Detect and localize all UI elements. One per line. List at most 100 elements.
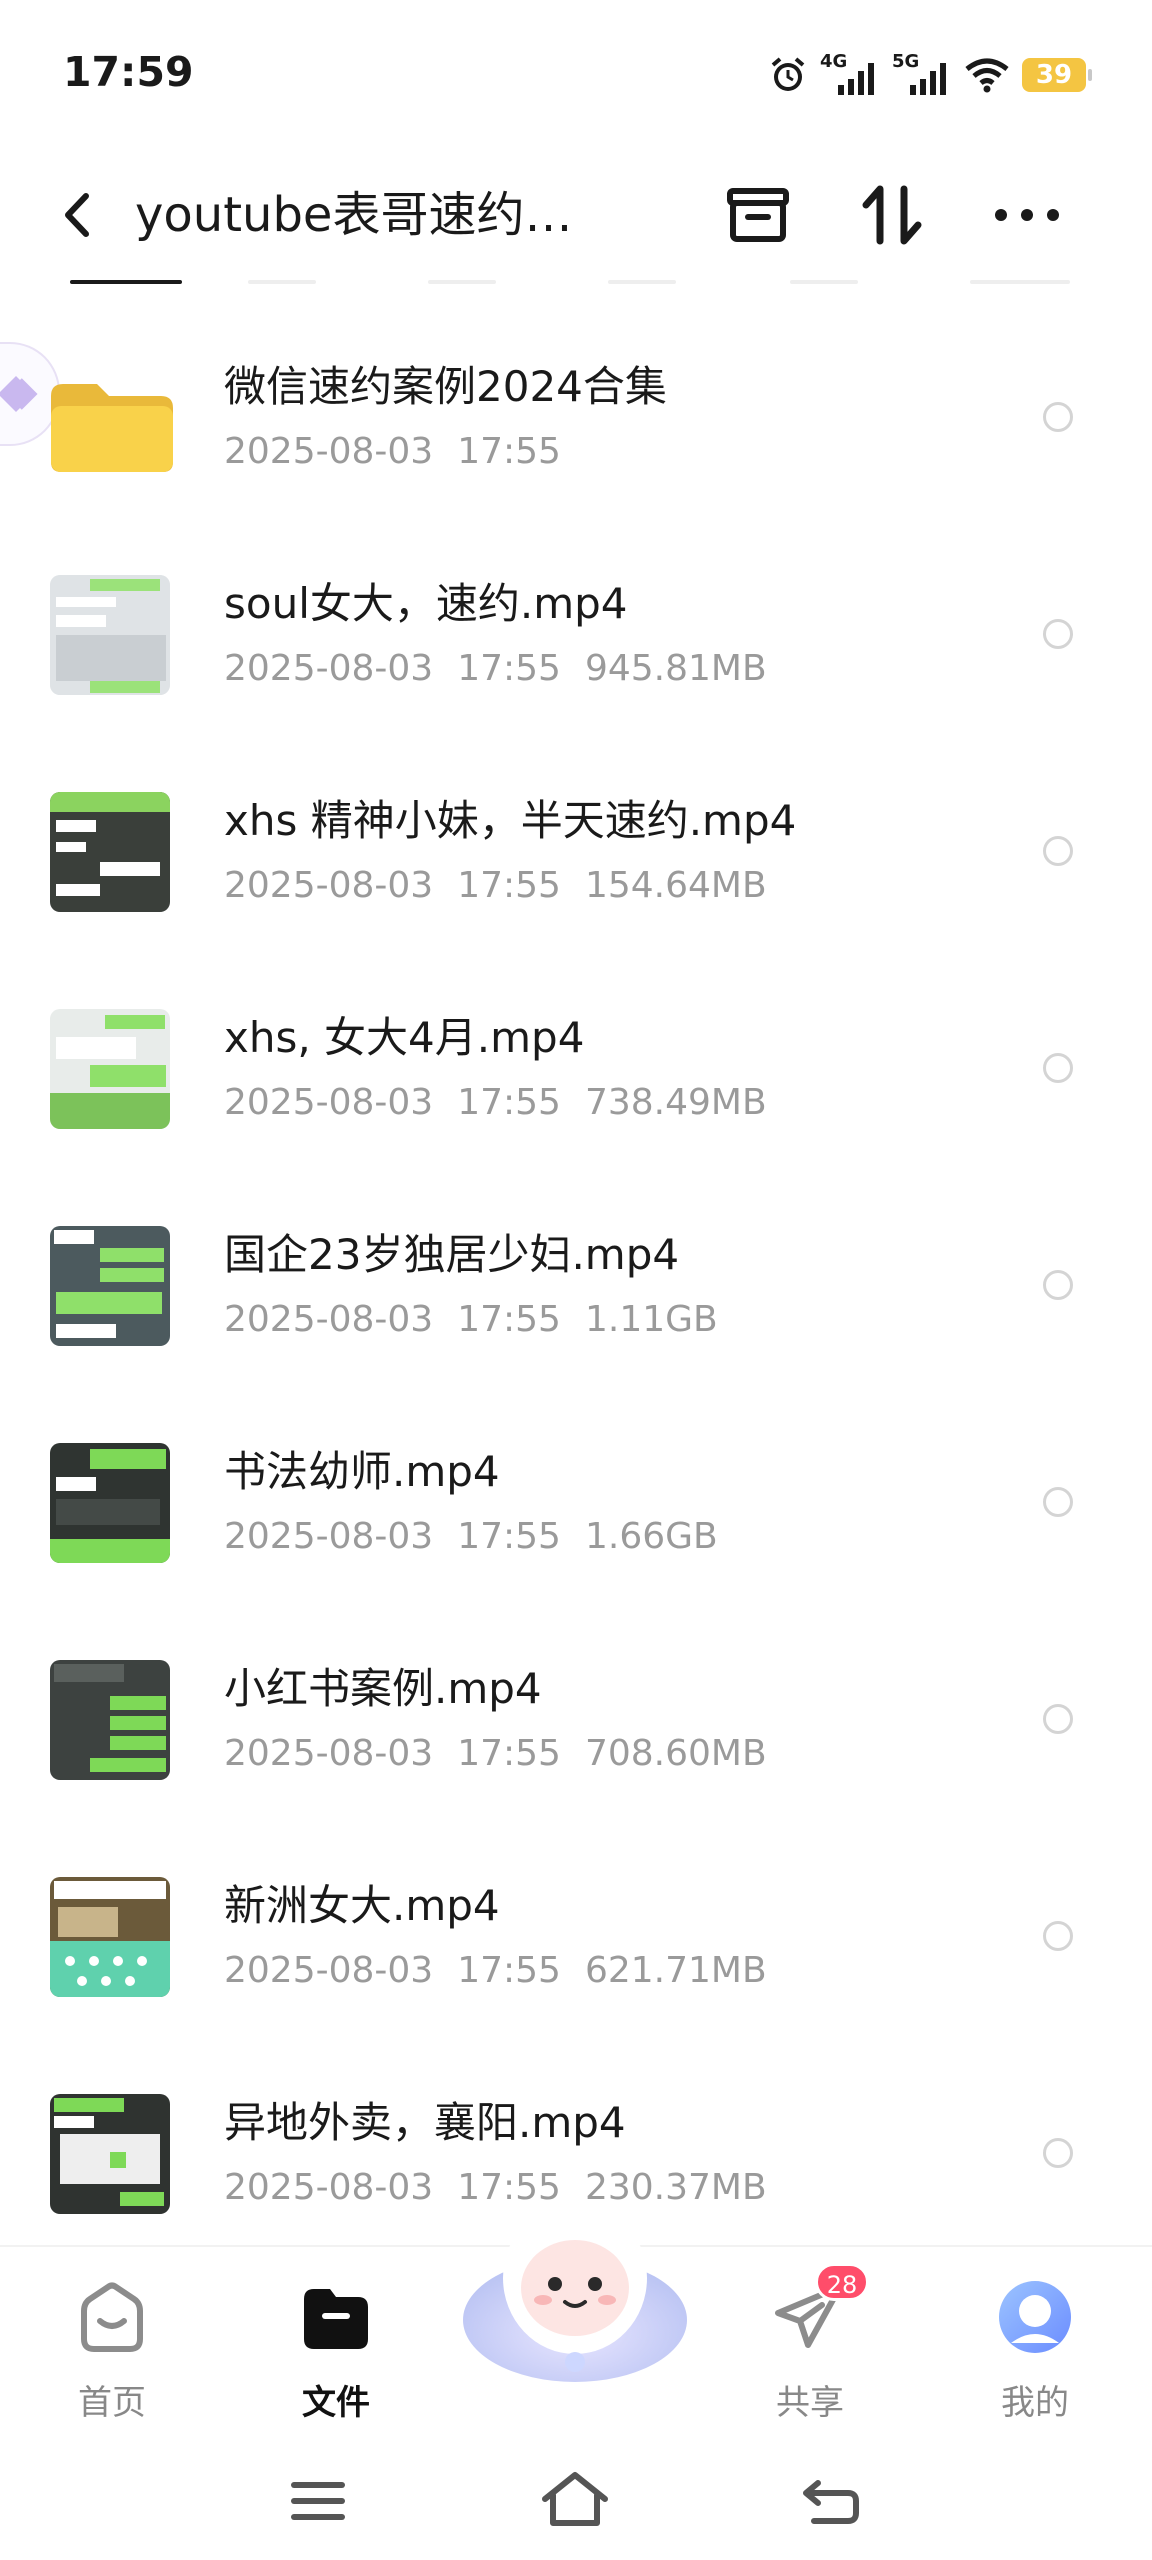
nav-files-label: 文件 bbox=[302, 2383, 370, 2423]
select-checkbox[interactable] bbox=[1043, 1270, 1073, 1300]
page-title: youtube表哥速约… bbox=[135, 187, 573, 243]
file-time: 17:55 bbox=[457, 865, 561, 906]
file-name: 小红书案例.mp4 bbox=[224, 1664, 542, 1713]
folder-icon bbox=[47, 366, 177, 476]
sort-button[interactable] bbox=[852, 175, 932, 255]
file-date: 2025-08-03 bbox=[224, 1082, 434, 1123]
archive-icon bbox=[727, 188, 789, 242]
file-size: 621.71MB bbox=[584, 1950, 767, 1991]
select-checkbox[interactable] bbox=[1043, 1487, 1073, 1517]
mascot-icon bbox=[463, 2202, 687, 2382]
video-thumbnail bbox=[50, 575, 170, 695]
file-row[interactable]: 国企23岁独居少妇.mp4 2025-08-03 17:55 1.11GB bbox=[0, 1178, 1152, 1395]
file-time: 17:55 bbox=[457, 648, 561, 689]
video-thumbnail bbox=[50, 1877, 170, 1997]
file-date: 2025-08-03 bbox=[224, 1516, 434, 1557]
back-arrow-icon bbox=[803, 2480, 859, 2524]
select-checkbox[interactable] bbox=[1043, 1921, 1073, 1951]
battery-indicator: 39 bbox=[1022, 58, 1092, 92]
nav-share[interactable]: 28 共享 bbox=[735, 2263, 885, 2423]
sort-icon bbox=[862, 185, 922, 245]
select-checkbox[interactable] bbox=[1043, 402, 1073, 432]
tab-indicator bbox=[608, 280, 676, 284]
video-thumbnail bbox=[50, 1009, 170, 1129]
select-checkbox[interactable] bbox=[1043, 2138, 1073, 2168]
share-badge: 28 bbox=[815, 2263, 869, 2301]
file-name: soul女大，速约.mp4 bbox=[224, 579, 628, 628]
file-size: 945.81MB bbox=[584, 648, 767, 689]
file-row[interactable]: soul女大，速约.mp4 2025-08-03 17:55 945.81MB bbox=[0, 527, 1152, 744]
archive-button[interactable] bbox=[718, 175, 798, 255]
wifi-icon bbox=[965, 58, 1009, 93]
file-time: 17:55 bbox=[457, 1950, 561, 1991]
file-size: 738.49MB bbox=[584, 1082, 767, 1123]
file-row[interactable]: 新洲女大.mp4 2025-08-03 17:55 621.71MB bbox=[0, 1829, 1152, 2046]
avatar-icon bbox=[999, 2281, 1071, 2353]
file-name: 书法幼师.mp4 bbox=[224, 1447, 500, 1496]
menu-icon bbox=[291, 2482, 345, 2520]
home-button[interactable] bbox=[535, 2465, 615, 2535]
file-meta: 2025-08-03 17:55 945.81MB bbox=[224, 644, 791, 694]
video-thumbnail bbox=[50, 1443, 170, 1563]
signal-5g: 5G bbox=[892, 51, 952, 95]
file-size: 154.64MB bbox=[584, 865, 767, 906]
file-name: xhs, 女大4月.mp4 bbox=[224, 1013, 585, 1062]
recents-button[interactable] bbox=[278, 2465, 358, 2535]
file-row[interactable]: xhs 精神小妹，半天速约.mp4 2025-08-03 17:55 154.64M… bbox=[0, 744, 1152, 961]
home-outline-icon bbox=[542, 2472, 608, 2526]
file-row[interactable]: 小红书案例.mp4 2025-08-03 17:55 708.60MB bbox=[0, 1612, 1152, 1829]
tab-indicator bbox=[970, 280, 1070, 284]
file-time: 17:55 bbox=[457, 1299, 561, 1340]
file-date: 2025-08-03 bbox=[224, 1733, 434, 1774]
file-size: 1.11GB bbox=[584, 1299, 718, 1340]
file-row[interactable]: 书法幼师.mp4 2025-08-03 17:55 1.66GB bbox=[0, 1395, 1152, 1612]
file-date: 2025-08-03 bbox=[224, 431, 434, 472]
file-row-folder[interactable]: 微信速约案例2024合集 2025-08-03 17:55 bbox=[0, 310, 1152, 527]
tab-indicator bbox=[790, 280, 858, 284]
file-meta: 2025-08-03 17:55 1.11GB bbox=[224, 1295, 742, 1345]
file-name: 异地外卖，襄阳.mp4 bbox=[224, 2098, 626, 2147]
top-bar: youtube表哥速约… bbox=[0, 150, 1152, 280]
back-system-button[interactable] bbox=[790, 2465, 870, 2535]
file-name: 微信速约案例2024合集 bbox=[224, 362, 667, 411]
video-thumbnail bbox=[50, 2094, 170, 2214]
ai-assistant-mascot-button[interactable] bbox=[455, 2180, 695, 2390]
file-size: 1.66GB bbox=[584, 1516, 718, 1557]
signal-icon bbox=[910, 63, 946, 95]
more-horizontal-icon bbox=[995, 209, 1059, 221]
file-time: 17:55 bbox=[457, 431, 561, 472]
file-name: xhs 精神小妹，半天速约.mp4 bbox=[224, 796, 797, 845]
file-time: 17:55 bbox=[457, 1082, 561, 1123]
file-meta: 2025-08-03 17:55 708.60MB bbox=[224, 1729, 791, 1779]
select-checkbox[interactable] bbox=[1043, 836, 1073, 866]
select-checkbox[interactable] bbox=[1043, 1053, 1073, 1083]
more-button[interactable] bbox=[987, 175, 1067, 255]
nav-files[interactable]: 文件 bbox=[261, 2267, 411, 2423]
file-date: 2025-08-03 bbox=[224, 1950, 434, 1991]
nav-me[interactable]: 我的 bbox=[960, 2267, 1110, 2423]
nav-home[interactable]: 首页 bbox=[37, 2267, 187, 2423]
home-icon bbox=[81, 2282, 143, 2352]
system-nav-bar bbox=[0, 2445, 1152, 2560]
file-meta: 2025-08-03 17:55 738.49MB bbox=[224, 1078, 791, 1128]
select-checkbox[interactable] bbox=[1043, 619, 1073, 649]
nav-share-label: 共享 bbox=[776, 2383, 844, 2423]
video-thumbnail bbox=[50, 792, 170, 912]
select-checkbox[interactable] bbox=[1043, 1704, 1073, 1734]
nav-me-label: 我的 bbox=[1001, 2383, 1069, 2423]
file-size: 708.60MB bbox=[584, 1733, 767, 1774]
file-date: 2025-08-03 bbox=[224, 2167, 434, 2208]
back-button[interactable] bbox=[50, 180, 110, 250]
file-meta: 2025-08-03 17:55 621.71MB bbox=[224, 1946, 791, 1996]
signal-4g: 4G bbox=[820, 51, 880, 95]
file-date: 2025-08-03 bbox=[224, 865, 434, 906]
file-time: 17:55 bbox=[457, 1516, 561, 1557]
file-name: 国企23岁独居少妇.mp4 bbox=[224, 1230, 680, 1279]
status-time: 17:59 bbox=[63, 48, 194, 96]
file-time: 17:55 bbox=[457, 1733, 561, 1774]
status-bar: 17:59 4G 5G 39 bbox=[0, 0, 1152, 150]
file-row[interactable]: xhs, 女大4月.mp4 2025-08-03 17:55 738.49MB bbox=[0, 961, 1152, 1178]
status-icons: 4G 5G 39 bbox=[768, 51, 1092, 95]
file-date: 2025-08-03 bbox=[224, 648, 434, 689]
file-meta: 2025-08-03 17:55 154.64MB bbox=[224, 861, 791, 911]
